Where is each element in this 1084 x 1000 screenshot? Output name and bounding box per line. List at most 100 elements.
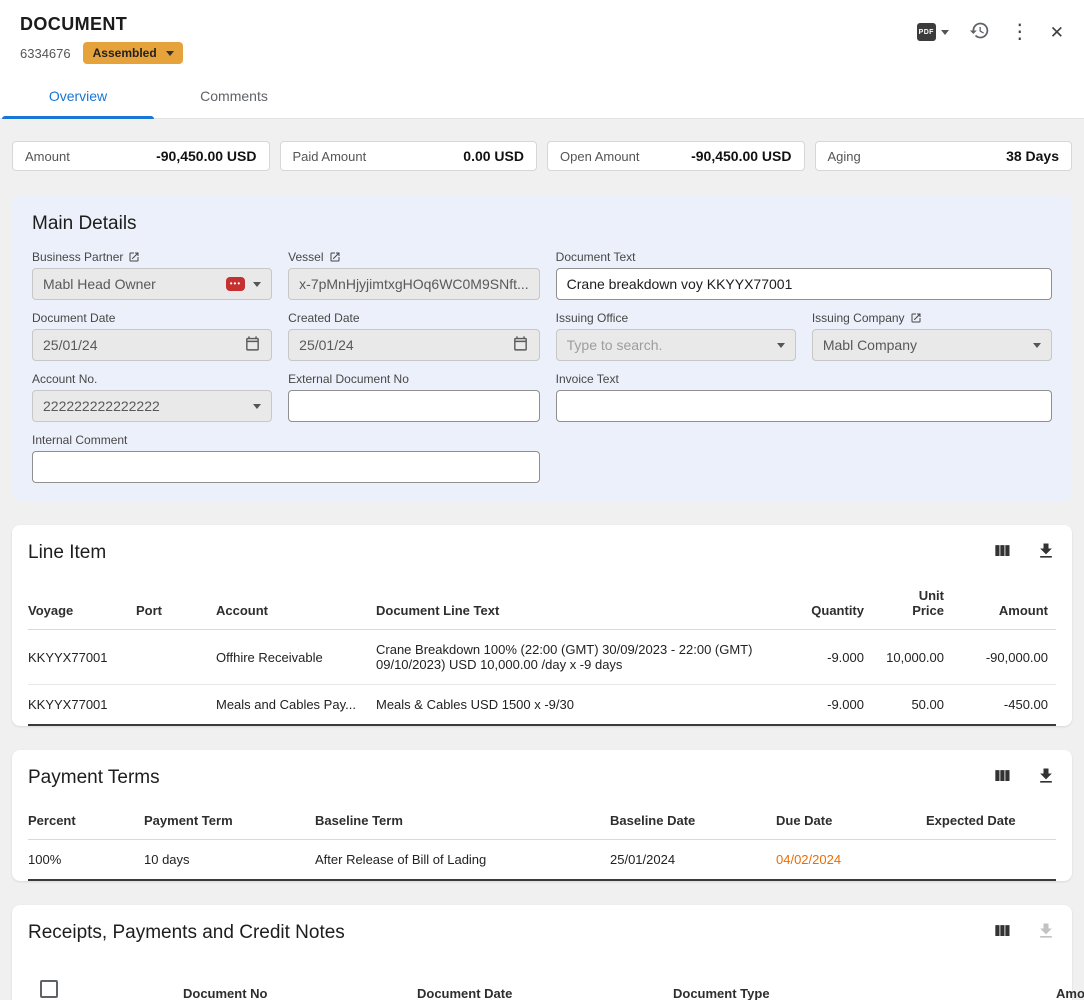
issuing-office-select: Type to search.: [556, 329, 796, 361]
summary-label: Open Amount: [560, 149, 640, 164]
more-menu-button[interactable]: ⋮: [1010, 22, 1030, 42]
close-icon: ✕: [1050, 24, 1064, 41]
cell-text: Crane Breakdown 100% (22:00 (GMT) 30/09/…: [376, 630, 776, 685]
line-item-section: Line Item: [12, 525, 1072, 726]
field-external-document-no: External Document No: [288, 372, 540, 422]
document-page: DOCUMENT 6334676 Assembled PDF: [0, 0, 1084, 1000]
field-value: Mabl Head Owner: [43, 276, 218, 292]
download-icon: [1036, 766, 1056, 789]
cell-due-date: 04/02/2024: [776, 840, 926, 881]
chevron-down-icon: [1033, 343, 1041, 348]
cell-voyage: KKYYX77001: [28, 685, 136, 726]
summary-label: Amount: [25, 149, 70, 164]
summary-value: -90,450.00 USD: [691, 148, 791, 164]
chevron-down-icon: [253, 282, 261, 287]
cell-text: Meals & Cables USD 1500 x -9/30: [376, 685, 776, 726]
cell-baseline-term: After Release of Bill of Lading: [315, 840, 610, 881]
open-in-new-icon[interactable]: [910, 312, 922, 324]
tab-overview[interactable]: Overview: [0, 77, 156, 118]
field-label: Account No.: [32, 372, 97, 386]
field-value: Mabl Company: [823, 337, 1025, 353]
column-header: Port: [136, 572, 216, 630]
column-settings-button[interactable]: [992, 921, 1012, 944]
column-header: Amount: [952, 572, 1056, 630]
select-all-checkbox[interactable]: [40, 980, 58, 998]
section-title: Receipts, Payments and Credit Notes: [28, 922, 345, 944]
field-issuing-company: Issuing Company Mabl Company: [812, 311, 1052, 361]
field-issuing-office: Issuing Office Type to search.: [556, 311, 796, 361]
column-header: Quantity: [776, 572, 872, 630]
chevron-down-icon: [253, 404, 261, 409]
status-badge[interactable]: Assembled: [83, 42, 183, 64]
download-icon: [1036, 921, 1056, 944]
open-in-new-icon[interactable]: [329, 251, 341, 263]
document-text-input[interactable]: [556, 268, 1052, 300]
line-item-table: Voyage Port Account Document Line Text Q…: [28, 572, 1056, 726]
invoice-text-input[interactable]: [556, 390, 1052, 422]
summary-card-paid-amount: Paid Amount 0.00 USD: [280, 141, 538, 171]
columns-icon: [992, 921, 1012, 944]
cell-port: [136, 630, 216, 685]
download-button-disabled: [1036, 921, 1056, 944]
cell-unit-price: 10,000.00: [872, 630, 952, 685]
field-invoice-text: Invoice Text: [556, 372, 1052, 422]
chevron-down-icon: [166, 51, 174, 56]
cell-port: [136, 685, 216, 726]
summary-value: 0.00 USD: [463, 148, 524, 164]
summary-card-amount: Amount -90,450.00 USD: [12, 141, 270, 171]
table-row: KKYYX77001 Meals and Cables Pay... Meals…: [28, 685, 1056, 726]
history-icon: [969, 20, 990, 44]
column-settings-button[interactable]: [992, 541, 1012, 564]
summary-card-aging: Aging 38 Days: [815, 141, 1073, 171]
cell-account: Offhire Receivable: [216, 630, 376, 685]
cell-amount: -450.00: [952, 685, 1056, 726]
pdf-export-button[interactable]: PDF: [917, 23, 949, 41]
field-internal-comment: Internal Comment: [32, 433, 540, 483]
download-button[interactable]: [1036, 766, 1056, 789]
column-header: Document Date: [417, 952, 673, 1000]
external-document-no-input[interactable]: [288, 390, 540, 422]
cell-baseline-date: 25/01/2024: [610, 840, 776, 881]
field-label: Internal Comment: [32, 433, 127, 447]
tab-comments[interactable]: Comments: [156, 77, 312, 118]
field-label: Document Date: [32, 311, 115, 325]
cell-unit-price: 50.00: [872, 685, 952, 726]
field-label: Business Partner: [32, 250, 123, 264]
field-account-no: Account No. 222222222222222: [32, 372, 272, 422]
tab-bar: Overview Comments: [0, 77, 1084, 119]
cell-quantity: -9.000: [776, 630, 872, 685]
document-number: 6334676: [20, 46, 71, 61]
cell-voyage: KKYYX77001: [28, 630, 136, 685]
summary-card-open-amount: Open Amount -90,450.00 USD: [547, 141, 805, 171]
field-created-date: Created Date 25/01/24: [288, 311, 540, 361]
close-button[interactable]: ✕: [1050, 24, 1064, 41]
column-header: Expected Date: [926, 797, 1056, 840]
field-document-text: Document Text: [556, 250, 1052, 300]
internal-comment-input[interactable]: [32, 451, 540, 483]
column-header: Voyage: [28, 572, 136, 630]
download-button[interactable]: [1036, 541, 1056, 564]
ellipsis-badge-icon: •••: [226, 277, 245, 291]
field-placeholder: Type to search.: [567, 337, 769, 353]
created-date-field: 25/01/24: [288, 329, 540, 361]
field-label: Document Text: [556, 250, 636, 264]
table-header-row: Document No Document Date Document TypeA…: [28, 952, 1056, 1000]
document-date-field: 25/01/24: [32, 329, 272, 361]
column-header: Account: [216, 572, 376, 630]
payment-terms-table: Percent Payment Term Baseline Term Basel…: [28, 797, 1056, 881]
main-content: Amount -90,450.00 USD Paid Amount 0.00 U…: [0, 119, 1084, 1000]
column-header: Percent: [28, 797, 144, 840]
columns-icon: [992, 766, 1012, 789]
pdf-icon: PDF: [917, 23, 936, 41]
table-header-row: Percent Payment Term Baseline Term Basel…: [28, 797, 1056, 840]
status-label: Assembled: [93, 46, 157, 60]
field-vessel: Vessel x-7pMnHjyjimtxgHOq6WC0M9SNft...: [288, 250, 540, 300]
column-settings-button[interactable]: [992, 766, 1012, 789]
column-header: Due Date: [776, 797, 926, 840]
history-button[interactable]: [969, 20, 990, 44]
open-in-new-icon[interactable]: [128, 251, 140, 263]
account-no-select: 222222222222222: [32, 390, 272, 422]
column-header: Unit Price: [872, 572, 952, 630]
header: DOCUMENT 6334676 Assembled PDF: [0, 0, 1084, 119]
field-value: 25/01/24: [43, 337, 236, 353]
